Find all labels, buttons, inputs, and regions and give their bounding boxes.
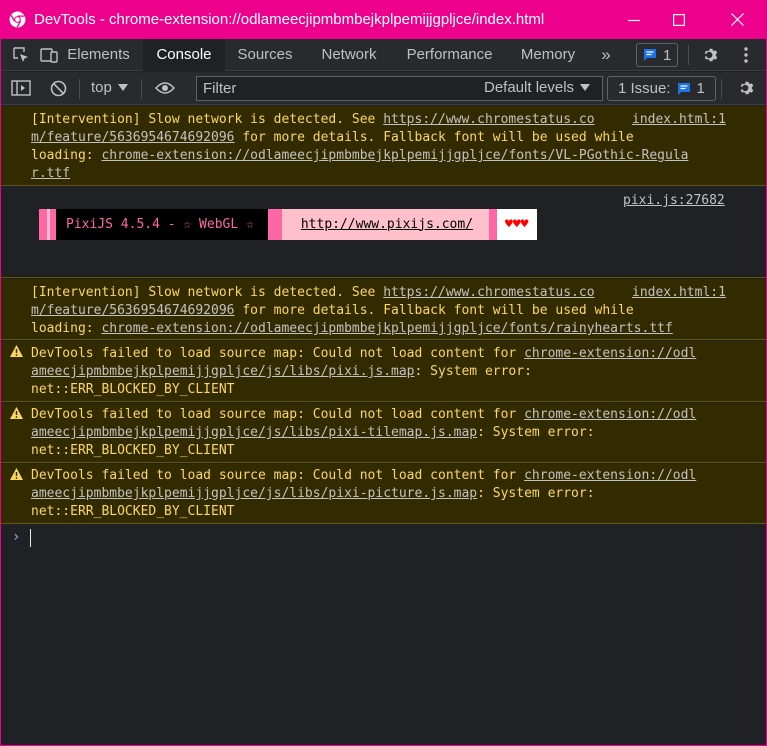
tab-memory[interactable]: Memory — [508, 39, 588, 70]
context-value: top — [91, 79, 112, 96]
devtools-window: DevTools - chrome-extension://odlameecji… — [1, 0, 766, 745]
messages-count: 1 — [663, 46, 672, 64]
close-icon — [730, 13, 744, 26]
minimize-icon — [628, 19, 640, 21]
gear-icon — [740, 81, 754, 95]
issues-label: 1 Issue: — [618, 80, 671, 97]
source-link-index-html[interactable]: index.html:1 — [632, 111, 726, 129]
console-message-intervention-1: [Intervention] Slow network is detected.… — [1, 106, 766, 186]
close-button[interactable] — [715, 0, 759, 39]
pixi-banner: PixiJS 4.5.4 - ☆ WebGL ☆ http://www.pixi… — [39, 209, 537, 240]
maximize-icon — [673, 13, 685, 26]
console-warning-sourcemap-1: DevTools failed to load source map: Coul… — [1, 341, 766, 402]
console-warning-sourcemap-3: DevTools failed to load source map: Coul… — [1, 464, 766, 524]
context-selector[interactable]: top — [91, 79, 128, 96]
message-icon — [644, 49, 656, 61]
tab-elements[interactable]: Elements — [55, 39, 142, 70]
live-expression-button[interactable] — [153, 77, 177, 99]
inspect-element-icon — [13, 47, 28, 62]
warning-icon — [10, 407, 23, 419]
console-output: [Intervention] Slow network is detected.… — [1, 106, 766, 745]
source-link-index-html[interactable]: index.html:1 — [632, 284, 726, 302]
inspect-element-button[interactable] — [9, 43, 33, 67]
console-warning-sourcemap-2: DevTools failed to load source map: Coul… — [1, 403, 766, 463]
console-input[interactable] — [30, 529, 31, 547]
chromestatus-link-cont[interactable]: m/feature/5636954674692096 — [31, 130, 235, 145]
sourcemap-link[interactable]: chrome-extension://odl — [524, 468, 696, 483]
chromestatus-link[interactable]: https://www.chromestatus.co — [383, 285, 594, 300]
settings-button[interactable] — [699, 43, 723, 67]
console-toolbar: top Default levels 1 Issue: 1 — [1, 72, 766, 105]
pixi-version-text: PixiJS 4.5.4 - ☆ WebGL ☆ — [56, 209, 268, 240]
tab-network[interactable]: Network — [306, 39, 392, 70]
chrome-devtools-icon — [9, 11, 26, 28]
show-sidebar-button[interactable] — [9, 77, 33, 99]
customize-menu-button[interactable] — [736, 43, 756, 67]
font-url-link[interactable]: chrome-extension://odlameecjipmbmbejkplp… — [101, 321, 672, 336]
log-levels-dropdown[interactable]: Default levels — [484, 79, 591, 96]
warning-icon — [10, 468, 23, 480]
font-url-link[interactable]: chrome-extension://odlameecjipmbmbejkplp… — [101, 148, 688, 163]
issues-button[interactable]: 1 Issue: 1 — [607, 76, 716, 101]
sourcemap-link[interactable]: chrome-extension://odl — [524, 407, 696, 422]
tab-performance[interactable]: Performance — [394, 39, 505, 70]
title-bar: DevTools - chrome-extension://odlameecji… — [1, 0, 766, 39]
log-levels-value: Default levels — [484, 79, 575, 96]
hearts-text: ♥♥♥ — [497, 209, 537, 240]
sourcemap-link-cont[interactable]: ameecjipmbmbejkplpemijjgpljce/js/libs/pi… — [31, 486, 477, 501]
warning-icon — [10, 345, 23, 357]
font-url-link-cont[interactable]: r.ttf — [31, 166, 70, 181]
tab-console[interactable]: Console — [143, 39, 225, 71]
message-icon — [677, 82, 690, 95]
issues-count: 1 — [696, 80, 705, 97]
more-tabs-button[interactable]: » — [591, 39, 621, 70]
messages-badge-button[interactable]: 1 — [636, 43, 679, 67]
window-title: DevTools - chrome-extension://odlameecji… — [34, 11, 545, 28]
triangle-down-icon — [580, 84, 591, 91]
block-icon — [50, 80, 66, 96]
console-settings-button[interactable] — [735, 77, 759, 99]
more-vertical-icon — [744, 47, 748, 63]
console-prompt-icon: › — [12, 529, 21, 545]
chromestatus-link-cont[interactable]: m/feature/5636954674692096 — [31, 303, 235, 318]
pixijs-link[interactable]: http://www.pixijs.com/ — [301, 216, 473, 234]
chromestatus-link[interactable]: https://www.chromestatus.co — [383, 112, 594, 127]
triangle-down-icon — [117, 84, 128, 91]
eye-icon — [155, 82, 175, 94]
sourcemap-link[interactable]: chrome-extension://odl — [524, 346, 696, 361]
devtools-tabs-bar: Elements Console Sources Network Perform… — [1, 39, 766, 71]
source-link-pixi-js[interactable]: pixi.js:27682 — [623, 192, 725, 210]
sourcemap-link-cont[interactable]: ameecjipmbmbejkplpemijjgpljce/js/libs/pi… — [31, 364, 415, 379]
gear-icon — [704, 48, 718, 62]
maximize-button[interactable] — [657, 0, 701, 39]
minimize-button[interactable] — [612, 0, 656, 39]
clear-console-button[interactable] — [47, 77, 69, 99]
console-message-intervention-2: [Intervention] Slow network is detected.… — [1, 279, 766, 340]
sourcemap-link-cont[interactable]: ameecjipmbmbejkplpemijjgpljce/js/libs/pi… — [31, 425, 477, 440]
tab-sources[interactable]: Sources — [227, 39, 303, 70]
sidebar-toggle-icon — [11, 80, 31, 96]
